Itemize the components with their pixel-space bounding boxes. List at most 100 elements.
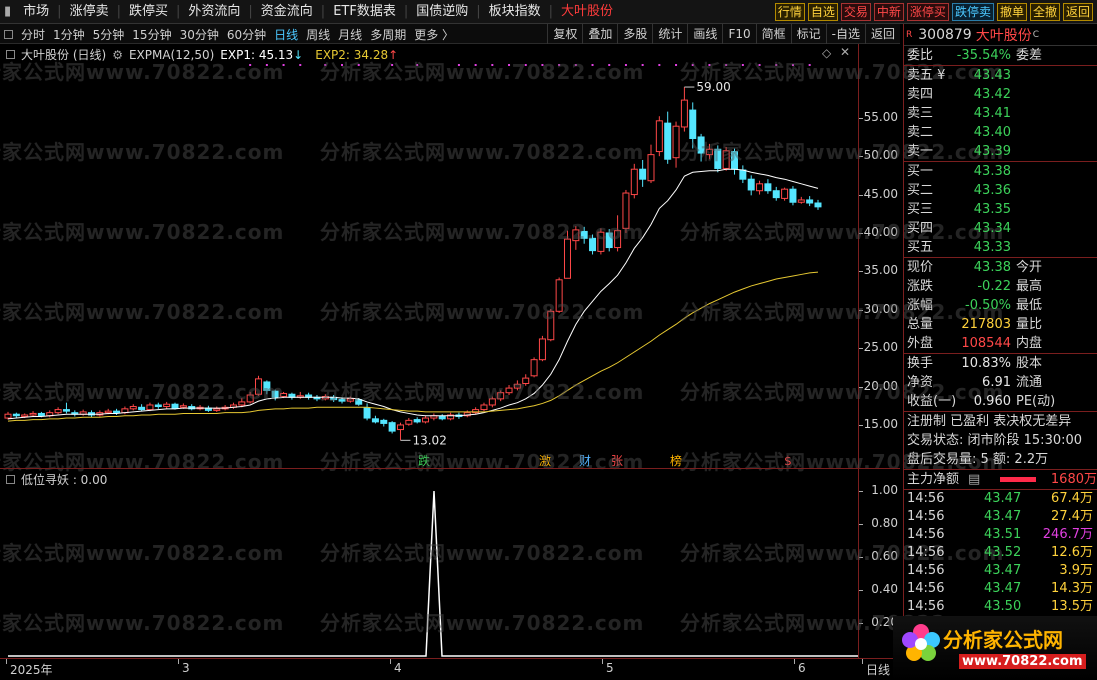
- quick-button[interactable]: 行情: [774, 3, 805, 21]
- event-marker[interactable]: 跌: [418, 453, 430, 468]
- quick-button[interactable]: 交易: [840, 3, 871, 21]
- top-dot-marker: [791, 64, 794, 66]
- menu-item[interactable]: 涨停卖: [62, 0, 117, 24]
- sells-row[interactable]: 卖一 43.39: [904, 142, 1097, 161]
- period-tab[interactable]: 60分钟: [227, 26, 266, 43]
- legend-box-icon[interactable]: [6, 50, 15, 59]
- tick-row[interactable]: 14:56 43.47 3.9万: [904, 562, 1097, 580]
- candle-up: [722, 150, 730, 169]
- tick-row[interactable]: 14:56 43.47 27.4万: [904, 508, 1097, 526]
- list-icon[interactable]: ▤: [968, 470, 980, 489]
- buys-row[interactable]: 买三 43.35: [904, 200, 1097, 219]
- period-tab[interactable]: 分时: [21, 26, 45, 43]
- tool-button[interactable]: 叠加: [582, 24, 617, 44]
- event-marker[interactable]: 榜: [670, 453, 682, 468]
- event-marker[interactable]: $: [784, 454, 792, 468]
- y-tick: [859, 156, 863, 158]
- stats1-row: 涨幅 -0.50% 最低: [904, 296, 1097, 315]
- top-dot-marker: [541, 64, 544, 66]
- legend-box-icon[interactable]: [6, 475, 15, 484]
- y-tick-label: 55.00: [863, 109, 898, 124]
- quick-button[interactable]: 涨停买: [906, 3, 949, 21]
- tick-row[interactable]: 14:56 43.52 12.6万: [904, 544, 1097, 562]
- tick-row[interactable]: 14:56 43.50 13.5万: [904, 598, 1097, 616]
- menu-item[interactable]: ETF数据表: [325, 0, 404, 24]
- tool-button[interactable]: 复权: [547, 24, 582, 44]
- period-tab[interactable]: 更多 〉: [414, 26, 454, 43]
- layout-toggle-icon[interactable]: [4, 29, 13, 39]
- sells-row[interactable]: 卖五 ¥ 43.43: [904, 66, 1097, 85]
- tool-button[interactable]: 画线: [687, 24, 722, 44]
- buys-row[interactable]: 买一 43.38: [904, 162, 1097, 181]
- buys-price: 43.36: [973, 183, 1011, 198]
- period-tab[interactable]: 1分钟: [53, 26, 85, 43]
- event-marker[interactable]: 财: [579, 454, 591, 468]
- tool-button[interactable]: 多股: [617, 24, 652, 44]
- menu-item[interactable]: 大叶股份: [553, 0, 621, 24]
- buys-row[interactable]: 买四 43.34: [904, 219, 1097, 238]
- buys-label: 买五: [907, 240, 934, 255]
- r-badge: R: [906, 29, 913, 40]
- period-tab[interactable]: 周线: [306, 26, 330, 43]
- quick-button[interactable]: 返回: [1062, 3, 1093, 21]
- kline-svg[interactable]: 59.00 13.02 跌 激 财 张 榜 $: [0, 44, 900, 468]
- menu-item[interactable]: 市场: [15, 0, 57, 24]
- stats1-row: 总量 217803 量比: [904, 315, 1097, 334]
- quick-button[interactable]: 自选: [807, 3, 838, 21]
- tick-list[interactable]: 14:56 43.47 67.4万 14:56 43.47 27.4万 14:56 43.51…: [904, 490, 1097, 616]
- y-tick-label: 30.00: [863, 301, 898, 316]
- tool-button[interactable]: 返回: [864, 24, 900, 44]
- stats1-label: 外盘: [907, 336, 934, 351]
- indicator-name[interactable]: 低位寻妖 : 0.00: [21, 471, 107, 488]
- status-line: 盘后交易量: 5 额: 2.2万: [907, 452, 1049, 467]
- quick-button[interactable]: 全撤: [1029, 3, 1060, 21]
- tool-button[interactable]: 简框: [755, 24, 791, 44]
- tool-button[interactable]: F10: [722, 24, 755, 44]
- menu-toggle-icon[interactable]: ▮: [0, 0, 15, 24]
- menu-item[interactable]: 跌停买: [121, 0, 176, 24]
- period-tab[interactable]: 多周期: [370, 26, 406, 43]
- stock-header: R 300879 大叶股份 C: [904, 24, 1097, 46]
- event-marker[interactable]: 张: [611, 454, 623, 468]
- menu-item[interactable]: 板块指数: [481, 0, 549, 24]
- tool-button[interactable]: -自选: [825, 24, 865, 44]
- indicator-svg[interactable]: [0, 469, 900, 658]
- quick-button[interactable]: 跌停卖: [951, 3, 994, 21]
- buys-row[interactable]: 买二 43.36: [904, 181, 1097, 200]
- period-tab[interactable]: 日线: [274, 26, 298, 43]
- stats1-value: -0.50%: [965, 298, 1011, 313]
- diamond-icon[interactable]: ◇: [822, 46, 831, 60]
- period-tab[interactable]: 月线: [338, 26, 362, 43]
- menu-item[interactable]: 国债逆购: [408, 0, 476, 24]
- buys-row[interactable]: 买五 43.33: [904, 238, 1097, 257]
- menu-item[interactable]: 资金流向: [253, 0, 321, 24]
- period-tab[interactable]: 5分钟: [93, 26, 125, 43]
- tool-button[interactable]: 标记: [790, 24, 826, 44]
- tool-button[interactable]: 统计: [652, 24, 687, 44]
- legend-exp2-value: EXP2: 34.28: [315, 47, 389, 62]
- event-marker[interactable]: 激: [539, 454, 551, 468]
- quick-button[interactable]: 撤单: [996, 3, 1027, 21]
- period-tab[interactable]: 15分钟: [132, 26, 171, 43]
- period-tab[interactable]: 30分钟: [180, 26, 219, 43]
- main-kline-chart[interactable]: 59.00 13.02 跌 激 财 张 榜 $ 大叶股份 (日线) ⚙ EXPMA(12,50…: [0, 44, 1003, 474]
- sells-row[interactable]: 卖四 43.42: [904, 85, 1097, 104]
- stock-name[interactable]: 大叶股份: [976, 25, 1032, 45]
- indicator-chart[interactable]: 低位寻妖 : 0.00 0.200.400.600.801.00 分析家公式网w…: [0, 468, 1003, 658]
- tick-row[interactable]: 14:56 43.47 67.4万: [904, 490, 1097, 508]
- y-tick: [859, 590, 863, 591]
- quick-button[interactable]: 中新: [873, 3, 904, 21]
- tick-row[interactable]: 14:56 43.47 14.3万: [904, 580, 1097, 598]
- tick-row[interactable]: 14:56 43.51 246.7万: [904, 526, 1097, 544]
- menu-item[interactable]: 外资流向: [180, 0, 248, 24]
- close-icon[interactable]: ✕: [840, 45, 850, 59]
- indicator-line: [8, 490, 858, 657]
- sells-row[interactable]: 卖三 43.41: [904, 104, 1097, 123]
- sells-row[interactable]: 卖二 43.40: [904, 123, 1097, 142]
- tick-volume: 14.3万: [1051, 581, 1093, 596]
- buys-label: 买一: [907, 164, 934, 179]
- gear-icon[interactable]: ⚙: [112, 48, 123, 62]
- candle-up: [614, 230, 622, 249]
- buys-label: 买二: [907, 183, 934, 198]
- legend-indicator[interactable]: EXPMA(12,50): [129, 48, 214, 62]
